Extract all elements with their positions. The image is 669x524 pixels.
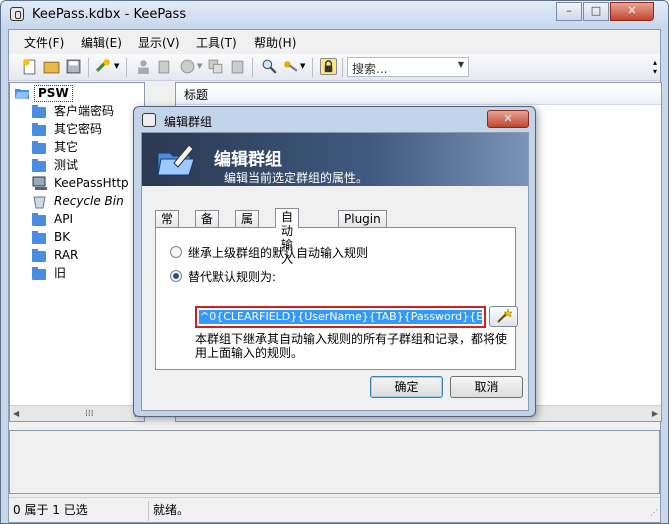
resize-grip-icon[interactable]: ⋰: [650, 508, 658, 517]
group-tree[interactable]: PSW 客户端密码 其它密码 其它 测试 KeePassHttp Pa Recy…: [9, 82, 147, 422]
folder-edit-icon: [157, 144, 195, 176]
tree-item-label: BK: [54, 230, 71, 244]
tree-item-label: 其它: [54, 140, 79, 154]
override-radio[interactable]: [170, 270, 182, 282]
banner-subtitle: 编辑当前选定群组的属性。: [224, 171, 369, 185]
folder-icon: [32, 141, 46, 154]
keepass-lock-icon[interactable]: [10, 7, 24, 21]
inherit-radio[interactable]: [170, 246, 182, 258]
recycle-bin-icon: [33, 196, 46, 209]
menu-help[interactable]: 帮助(H): [254, 34, 296, 51]
toolbar-separator: [312, 58, 313, 77]
toolbar-separator: [126, 58, 127, 77]
new-database-icon[interactable]: [21, 58, 38, 75]
paste-entry-icon[interactable]: [229, 58, 246, 75]
open-folder-icon[interactable]: [43, 58, 60, 75]
scroll-thumb-grip-icon[interactable]: ⁞⁞⁞: [85, 409, 94, 419]
folder-icon: [32, 123, 46, 136]
find-icon[interactable]: [261, 58, 278, 75]
sequence-input[interactable]: ^0{CLEARFIELD}{UserName}{TAB}{Password}{…: [195, 306, 486, 328]
user-icon[interactable]: [135, 58, 152, 75]
magic-wand-icon: [497, 308, 513, 323]
menu-tools[interactable]: 工具(T): [196, 34, 237, 51]
main-window: KeePass.kdbx - KeePass – □ ✕ 文件(F) 编辑(E)…: [0, 0, 669, 524]
status-divider: [148, 501, 149, 521]
minimize-button[interactable]: –: [556, 2, 582, 21]
tab-notes[interactable]: 备注: [195, 210, 220, 240]
copy-entry-icon[interactable]: [207, 58, 224, 75]
folder-icon: [32, 267, 46, 280]
tab-plugin-data[interactable]: Plugin Data: [338, 210, 387, 240]
inherit-radio-label[interactable]: 继承上级群组的默认自动输入规则: [188, 244, 368, 261]
keepass-lock-icon: [142, 113, 156, 127]
status-bar: 0 属于 1 已选 就绪。 ⋰: [9, 497, 660, 522]
column-header-title[interactable]: 标题: [176, 83, 661, 105]
folder-icon: [32, 105, 46, 118]
database-folder-icon: [15, 89, 29, 99]
close-button[interactable]: ✕: [610, 2, 654, 21]
menu-edit[interactable]: 编辑(E): [81, 34, 122, 51]
folder-icon: [32, 249, 46, 262]
lock-workspace-icon[interactable]: [320, 58, 337, 75]
tree-item-label: API: [54, 212, 73, 226]
menu-view[interactable]: 显示(V): [138, 34, 180, 51]
scroll-left-icon[interactable]: ◀: [13, 409, 19, 418]
ok-button[interactable]: 确定: [370, 376, 443, 398]
window-title: KeePass.kdbx - KeePass: [32, 7, 187, 22]
save-icon[interactable]: [65, 58, 82, 75]
entry-details-pane[interactable]: [9, 430, 660, 494]
title-bar[interactable]: KeePass.kdbx - KeePass – □ ✕: [1, 1, 668, 29]
tree-horizontal-scrollbar[interactable]: ◀ ⁞⁞⁞ ▶: [10, 405, 144, 421]
auto-type-help-text: 本群组下继承其自动输入规则的所有子群组和记录，都将使用上面输入的规则。: [195, 332, 508, 360]
dropdown-arrow-icon[interactable]: ▼: [300, 62, 305, 70]
dropdown-arrow-icon[interactable]: ▼: [114, 62, 119, 70]
toolbar-separator: [342, 58, 343, 77]
sequence-editor-button[interactable]: [489, 306, 518, 327]
auto-type-panel: 继承上级群组的默认自动输入规则 替代默认规则为: ^0{CLEARFIELD}{…: [155, 227, 518, 370]
cancel-button[interactable]: 取消: [450, 376, 523, 398]
dialog-title: 编辑群组: [164, 115, 213, 129]
chevron-down-icon[interactable]: ▼: [458, 60, 464, 69]
tab-general[interactable]: 常规: [155, 210, 180, 240]
status-state: 就绪。: [153, 503, 190, 517]
maximize-button[interactable]: □: [583, 2, 609, 21]
tree-item-label: 测试: [54, 158, 79, 172]
search-input[interactable]: 搜索...: [352, 62, 387, 76]
tree-item-label: Recycle Bin: [54, 194, 124, 208]
scroll-right-icon[interactable]: ▶: [652, 409, 658, 418]
column-title-label: 标题: [184, 88, 209, 102]
toolbar-separator: [88, 58, 89, 77]
menu-file[interactable]: 文件(F): [24, 34, 64, 51]
computer-icon: [32, 176, 47, 190]
folder-icon: [32, 231, 46, 244]
tab-properties[interactable]: 属性: [235, 210, 260, 240]
tree-root-label: PSW: [34, 85, 73, 102]
tab-auto-type[interactable]: 自动输入: [275, 208, 300, 266]
open-url-icon[interactable]: [179, 58, 196, 75]
banner-title: 编辑群组: [214, 150, 282, 170]
copy-password-icon[interactable]: [157, 58, 174, 75]
dialog-banner: 编辑群组 编辑当前选定群组的属性。: [142, 133, 528, 186]
edit-group-dialog: 编辑群组 ✕ 编辑群组 编辑当前选定群组的属性。 常规 备注 属性 自动输入 P…: [133, 106, 536, 417]
tree-item-label: 客户端密码: [54, 104, 115, 118]
toolbar-separator: [252, 58, 253, 77]
toolbar: ▼ ▼ ▼ 搜索... ▼ ▴ ▾: [9, 54, 660, 81]
tree-item-label: 旧: [54, 266, 67, 280]
tree-item-label: RAR: [54, 248, 79, 262]
folder-icon: [32, 213, 46, 226]
status-selection-count: 0 属于 1 已选: [13, 503, 88, 517]
folder-icon: [32, 159, 46, 172]
dropdown-arrow-icon[interactable]: ▼: [197, 62, 202, 70]
dialog-close-button[interactable]: ✕: [487, 110, 529, 128]
dialog-body: 编辑群组 编辑当前选定群组的属性。 常规 备注 属性 自动输入 Plugin D…: [141, 132, 529, 411]
menu-bar: 文件(F) 编辑(E) 显示(V) 工具(T) 帮助(H): [9, 30, 660, 53]
tree-item-label: 其它密码: [54, 122, 103, 136]
toolbar-overflow-icon[interactable]: ▴ ▾: [653, 58, 657, 76]
search-box[interactable]: 搜索... ▼: [347, 57, 469, 77]
sequence-text: ^0{CLEARFIELD}{UserName}{TAB}{Password}{…: [199, 310, 482, 324]
add-group-key-icon[interactable]: [95, 58, 112, 75]
override-radio-label[interactable]: 替代默认规则为:: [188, 268, 276, 285]
key-generator-icon[interactable]: [282, 58, 299, 75]
